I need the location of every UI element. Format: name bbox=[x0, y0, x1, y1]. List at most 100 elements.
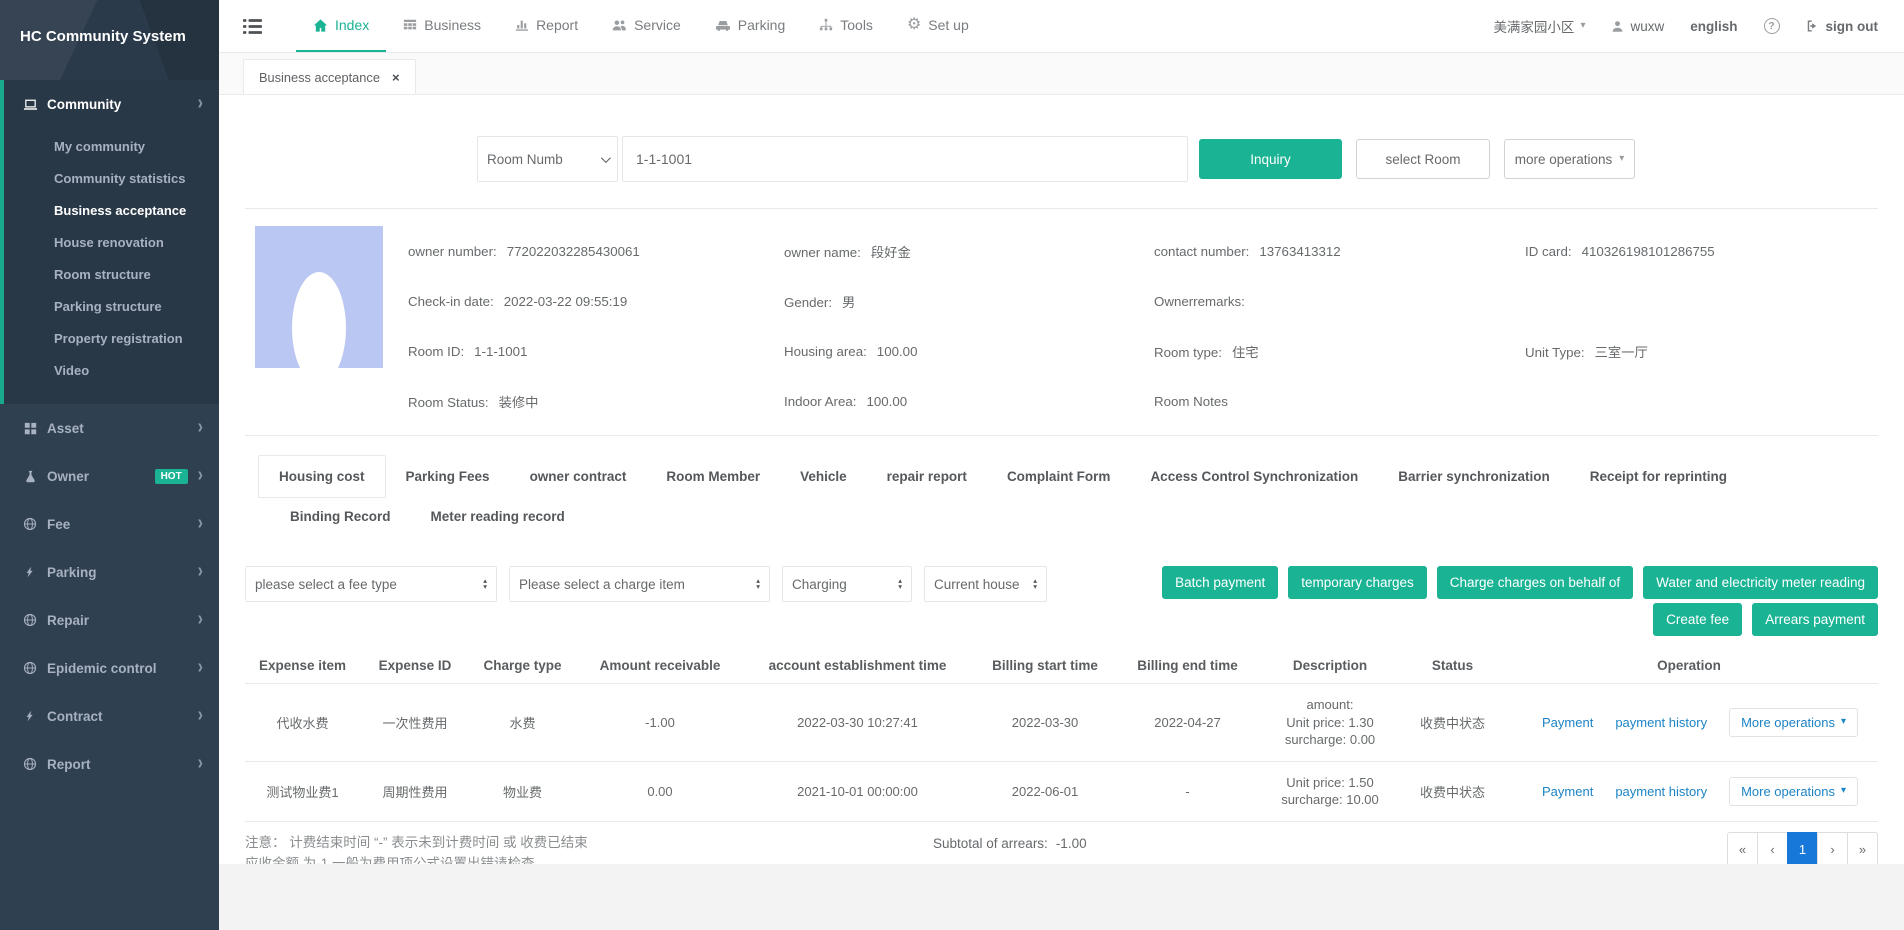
sidebar-item-property-registration[interactable]: Property registration bbox=[4, 322, 219, 354]
caret-down-icon: ▾ bbox=[1841, 786, 1846, 796]
sidebar-item-repair[interactable]: Repair › bbox=[0, 596, 219, 644]
open-tabs-strip: Business acceptance × bbox=[219, 53, 1904, 95]
sidebar-item-community[interactable]: Community › bbox=[4, 80, 219, 128]
sidebar-item-community-statistics[interactable]: Community statistics bbox=[4, 162, 219, 194]
home-icon bbox=[313, 18, 328, 33]
nav-tab-business[interactable]: Business bbox=[386, 0, 498, 52]
meter-reading-button[interactable]: Water and electricity meter reading bbox=[1643, 566, 1878, 599]
tab-barrier-synchronization[interactable]: Barrier synchronization bbox=[1378, 455, 1570, 498]
check-in-date-field: Check-in date:2022-03-22 09:55:19 bbox=[408, 294, 784, 309]
divider bbox=[245, 208, 1878, 209]
table-header-row: Expense item Expense ID Charge type Amou… bbox=[245, 648, 1878, 684]
tab-room-member[interactable]: Room Member bbox=[646, 455, 780, 498]
tab-parking-fees[interactable]: Parking Fees bbox=[386, 455, 510, 498]
charge-item-select[interactable]: Please select a charge item ▴▾ bbox=[509, 566, 770, 602]
arrears-payment-button[interactable]: Arrears payment bbox=[1752, 603, 1878, 636]
fee-action-buttons: Batch payment temporary charges Charge c… bbox=[1162, 566, 1878, 636]
pagination-next[interactable]: › bbox=[1817, 832, 1848, 865]
nav-tab-tools[interactable]: Tools bbox=[802, 0, 890, 52]
owner-info-panel: owner number:772022032285430061 owner na… bbox=[245, 226, 1878, 426]
table-footer: 注意： 计费结束时间 “-” 表示未到计费时间 或 收费已结束 应收金额 为-1… bbox=[245, 832, 1878, 865]
fee-type-select[interactable]: please select a fee type ▴▾ bbox=[245, 566, 497, 602]
status-badge: 收费中状态 bbox=[1405, 684, 1500, 762]
col-expense-item: Expense item bbox=[245, 648, 360, 684]
search-field-select[interactable]: Room Numb bbox=[477, 136, 618, 182]
tab-meter-reading-record[interactable]: Meter reading record bbox=[411, 498, 585, 534]
pagination-prev[interactable]: ‹ bbox=[1757, 832, 1788, 865]
sidebar-item-fee[interactable]: Fee › bbox=[0, 500, 219, 548]
sidebar-item-parking[interactable]: Parking › bbox=[0, 548, 219, 596]
tab-receipt-for-reprinting[interactable]: Receipt for reprinting bbox=[1570, 455, 1747, 498]
bolt-icon bbox=[20, 566, 40, 578]
bolt-icon bbox=[20, 710, 40, 722]
sidebar-item-owner[interactable]: Owner HOT › bbox=[0, 452, 219, 500]
contact-number-field: contact number:13763413312 bbox=[1154, 244, 1525, 259]
sidebar-item-asset[interactable]: Asset › bbox=[0, 404, 219, 452]
sidebar-item-business-acceptance[interactable]: Business acceptance bbox=[4, 194, 219, 226]
create-fee-button[interactable]: Create fee bbox=[1653, 603, 1742, 636]
id-card-field: ID card:410326198101286755 bbox=[1525, 244, 1878, 259]
globe-icon bbox=[20, 757, 40, 771]
chevron-down-icon bbox=[601, 153, 611, 163]
sidebar-item-parking-structure[interactable]: Parking structure bbox=[4, 290, 219, 322]
sidebar-item-house-renovation[interactable]: House renovation bbox=[4, 226, 219, 258]
tab-binding-record[interactable]: Binding Record bbox=[270, 498, 411, 534]
tab-access-control-synchronization[interactable]: Access Control Synchronization bbox=[1130, 455, 1378, 498]
owner-info-grid: owner number:772022032285430061 owner na… bbox=[408, 226, 1878, 426]
pagination-page-1[interactable]: 1 bbox=[1787, 832, 1818, 865]
payment-link[interactable]: Payment bbox=[1542, 715, 1593, 730]
pagination-first[interactable]: « bbox=[1727, 832, 1758, 865]
tab-housing-cost[interactable]: Housing cost bbox=[258, 455, 386, 498]
hot-badge: HOT bbox=[155, 469, 188, 484]
menu-toggle-icon bbox=[243, 19, 262, 34]
nav-tab-report[interactable]: Report bbox=[498, 0, 595, 52]
nav-tab-parking[interactable]: Parking bbox=[698, 0, 802, 52]
tab-owner-contract[interactable]: owner contract bbox=[510, 455, 647, 498]
gender-field: Gender:男 bbox=[784, 292, 1154, 311]
language-switch[interactable]: english bbox=[1690, 19, 1737, 34]
menu-toggle-button[interactable] bbox=[219, 0, 266, 52]
room-id-field: Room ID:1-1-1001 bbox=[408, 344, 784, 359]
temporary-charges-button[interactable]: temporary charges bbox=[1288, 566, 1427, 599]
tab-repair-report[interactable]: repair report bbox=[867, 455, 987, 498]
select-room-button[interactable]: select Room bbox=[1356, 139, 1490, 179]
tab-vehicle[interactable]: Vehicle bbox=[780, 455, 867, 498]
nav-tab-set-up[interactable]: ⚙ Set up bbox=[890, 0, 986, 52]
pagination-last[interactable]: » bbox=[1847, 832, 1878, 865]
tab-business-acceptance[interactable]: Business acceptance × bbox=[243, 59, 416, 94]
sidebar-item-contract[interactable]: Contract › bbox=[0, 692, 219, 740]
charge-on-behalf-button[interactable]: Charge charges on behalf of bbox=[1437, 566, 1633, 599]
row-more-operations-button[interactable]: More operations ▾ bbox=[1729, 708, 1858, 737]
sidebar-item-room-structure[interactable]: Room structure bbox=[4, 258, 219, 290]
sign-out-button[interactable]: sign out bbox=[1806, 19, 1879, 34]
housing-area-field: Housing area:100.00 bbox=[784, 344, 1154, 359]
col-status: Status bbox=[1405, 648, 1500, 684]
sidebar-item-epidemic-control[interactable]: Epidemic control › bbox=[0, 644, 219, 692]
payment-history-link[interactable]: payment history bbox=[1615, 715, 1707, 730]
nav-tab-index[interactable]: Index bbox=[296, 0, 386, 52]
row-more-operations-button[interactable]: More operations ▾ bbox=[1729, 777, 1858, 806]
room-number-input[interactable] bbox=[622, 136, 1188, 182]
help-button[interactable]: ? bbox=[1764, 18, 1780, 34]
sidebar-item-report[interactable]: Report › bbox=[0, 740, 219, 788]
updown-arrows-icon: ▴▾ bbox=[1033, 578, 1037, 591]
chevron-right-icon: › bbox=[198, 658, 203, 678]
inquiry-button[interactable]: Inquiry bbox=[1199, 139, 1342, 179]
payment-link[interactable]: Payment bbox=[1542, 784, 1593, 799]
col-amount-receivable: Amount receivable bbox=[575, 648, 745, 684]
owner-name-field: owner name:段好金 bbox=[784, 242, 1154, 261]
charging-status-select[interactable]: Charging ▴▾ bbox=[782, 566, 912, 602]
tab-complaint-form[interactable]: Complaint Form bbox=[987, 455, 1131, 498]
community-selector[interactable]: 美满家园小区 ▾ bbox=[1493, 16, 1585, 36]
house-scope-select[interactable]: Current house ▴▾ bbox=[924, 566, 1047, 602]
payment-history-link[interactable]: payment history bbox=[1615, 784, 1707, 799]
caret-down-icon: ▾ bbox=[1580, 21, 1585, 31]
sidebar-item-my-community[interactable]: My community bbox=[4, 130, 219, 162]
more-operations-button[interactable]: more operations ▾ bbox=[1504, 139, 1635, 179]
nav-tab-service[interactable]: Service bbox=[595, 0, 698, 52]
sidebar-item-video[interactable]: Video bbox=[4, 354, 219, 386]
close-icon[interactable]: × bbox=[392, 70, 400, 85]
app-title: HC Community System bbox=[20, 28, 199, 45]
batch-payment-button[interactable]: Batch payment bbox=[1162, 566, 1278, 599]
user-menu[interactable]: wuxw bbox=[1611, 19, 1664, 34]
